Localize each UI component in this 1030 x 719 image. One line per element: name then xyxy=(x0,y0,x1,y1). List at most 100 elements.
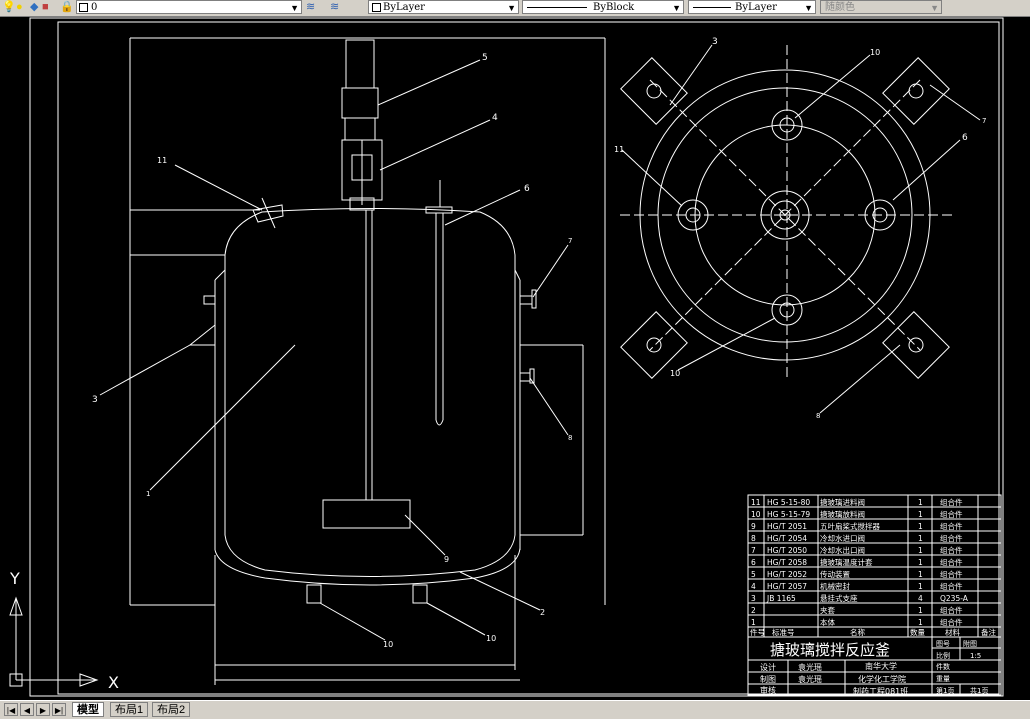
bom-cell: 组合件 xyxy=(940,533,963,543)
bom-cell: 本体 xyxy=(820,617,835,627)
bom-cell: 搪玻璃温度计套 xyxy=(820,557,873,567)
top-balloon-11: 11 xyxy=(614,145,624,154)
sun-icon[interactable]: ● xyxy=(16,1,23,14)
ucs-labels: Y X xyxy=(9,569,119,692)
bom-cell: 4 xyxy=(751,582,756,591)
chevron-down-icon[interactable]: ▼ xyxy=(507,1,516,13)
review-label: 审核 xyxy=(760,685,776,695)
balloon-10-right: 10 xyxy=(486,634,496,643)
scale-label: 比例 xyxy=(936,651,950,660)
lineweight-sample-icon xyxy=(693,7,731,8)
bom-cell: 搪玻璃进料阀 xyxy=(820,497,865,507)
balloon-7: 7 xyxy=(568,237,572,245)
bom-cell: 冷却水出口阀 xyxy=(820,545,865,555)
drawing-title: 搪玻璃搅拌反应釜 xyxy=(770,641,890,659)
layer-lock-icon[interactable]: 🔒 xyxy=(60,1,74,14)
tab-layout2[interactable]: 布局2 xyxy=(152,702,191,717)
lightbulb-icon[interactable]: 💡 xyxy=(2,1,16,14)
prev-tab-button[interactable]: ◀ xyxy=(20,703,34,716)
bom-cell: 搪玻璃放料阀 xyxy=(820,509,865,519)
bom-cell: 组合件 xyxy=(940,509,963,519)
bom-cell: 悬挂式支座 xyxy=(820,593,858,603)
college-name: 化学化工学院 xyxy=(858,674,906,684)
top-balloon-3: 3 xyxy=(712,37,718,47)
design-label: 设计 xyxy=(760,662,776,672)
bom-cell: 1 xyxy=(918,498,923,507)
drawing-no-label: 图号 xyxy=(936,640,950,648)
bom-header-name: 名称 xyxy=(850,627,865,637)
bom-header-standard: 标准号 xyxy=(772,627,795,637)
bom-cell: Q235-A xyxy=(940,594,969,603)
bom-header-material: 材料 xyxy=(945,627,960,637)
layer-previous-icon[interactable]: ≋ xyxy=(306,1,315,14)
plotstyle-dropdown[interactable]: 随颜色 ▼ xyxy=(820,0,942,14)
color-swatch-icon xyxy=(372,3,381,12)
chevron-down-icon[interactable]: ▼ xyxy=(290,1,299,13)
bom-cell: HG/T 2057 xyxy=(767,582,807,591)
inner-frame xyxy=(57,21,1000,695)
layer-dropdown[interactable]: 0 ▼ xyxy=(76,0,302,14)
bom-cell: 5 xyxy=(751,570,756,579)
balloon-5: 5 xyxy=(482,53,488,63)
color-dropdown[interactable]: ByLayer ▼ xyxy=(368,0,519,14)
design-name: 袁光瑶 xyxy=(798,662,822,672)
bom-cell: 8 xyxy=(751,534,756,543)
top-balloon-7: 7 xyxy=(982,117,986,125)
last-tab-button[interactable]: ▶| xyxy=(52,703,66,716)
bom-cell: 1 xyxy=(918,534,923,543)
bom-cell: 1 xyxy=(918,558,923,567)
chevron-down-icon[interactable]: ▼ xyxy=(930,1,939,13)
drive-assembly xyxy=(341,39,383,500)
tab-model[interactable]: 模型 xyxy=(72,702,104,717)
balloon-1: 1 xyxy=(146,490,150,498)
front-view-dimensions xyxy=(129,37,606,685)
color-value: ByLayer xyxy=(383,2,425,13)
balloon-6: 6 xyxy=(524,184,530,194)
bom-cell: 11 xyxy=(751,498,761,507)
linetype-dropdown[interactable]: ByBlock ▼ xyxy=(522,0,684,14)
nozzles xyxy=(188,289,537,604)
class-name: 制药工程081班 xyxy=(853,686,908,696)
first-tab-button[interactable]: |◀ xyxy=(4,703,18,716)
bom-cell: 1 xyxy=(918,546,923,555)
pieces-label: 件数 xyxy=(936,662,950,671)
feed-valve xyxy=(252,197,284,229)
layer-color-icon[interactable]: ■ xyxy=(42,1,49,14)
bom-cell: 组合件 xyxy=(940,545,963,555)
balloon-4: 4 xyxy=(492,113,498,123)
balloon-10-left: 10 xyxy=(383,640,393,649)
bom-cell: 组合件 xyxy=(940,497,963,507)
bom-cell: 冷却水进口阀 xyxy=(820,533,865,543)
bom-cell: HG/T 2052 xyxy=(767,570,807,579)
tab-layout1[interactable]: 布局1 xyxy=(110,702,149,717)
bom-cell: 机械密封 xyxy=(820,581,850,591)
chevron-down-icon[interactable]: ▼ xyxy=(804,1,813,13)
layer-manager-icon[interactable]: ≋ xyxy=(330,1,339,14)
balloon-11: 11 xyxy=(157,156,167,165)
sheet-number: 第1页 xyxy=(936,686,954,695)
bom-cell: 1 xyxy=(751,618,756,627)
bom-cell: 组合件 xyxy=(940,521,963,531)
balloon-9: 9 xyxy=(444,555,449,564)
linetype-sample-icon xyxy=(527,7,587,8)
bom-cell: 1 xyxy=(918,606,923,615)
lineweight-dropdown[interactable]: ByLayer ▼ xyxy=(688,0,816,14)
agitator-blade xyxy=(322,499,411,529)
bom-cell: HG/T 2058 xyxy=(767,558,807,567)
drawing-canvas[interactable]: 5 4 6 7 8 1 3 9 2 10 10 11 3 10 6 7 8 10… xyxy=(0,16,1030,700)
layer-value: 0 xyxy=(91,2,98,13)
top-balloon-8: 8 xyxy=(816,412,820,420)
next-tab-button[interactable]: ▶ xyxy=(36,703,50,716)
ucs-x-label: X xyxy=(108,673,119,692)
layer-swatch-icon xyxy=(79,3,88,12)
chevron-down-icon[interactable]: ▼ xyxy=(672,1,681,13)
properties-toolbar: 💡 ● ◆ ■ 🔒 0 ▼ ≋ ≋ ByLayer ▼ ByBlock ▼ By… xyxy=(0,0,1030,17)
bom-header: 件号 标准号 名称 数量 材料 备注 xyxy=(750,627,996,637)
bom-cell: 组合件 xyxy=(940,557,963,567)
lock-icon[interactable]: ◆ xyxy=(30,1,38,14)
bom-rows: 11 HG 5-15-80 搪玻璃进料阀 1 组合件10 HG 5-15-79 搪玻璃放料阀… xyxy=(751,497,969,627)
bom-cell: 4 xyxy=(918,594,923,603)
bom-cell: JB 1165 xyxy=(766,594,796,603)
bom-cell: 组合件 xyxy=(940,605,963,615)
vessel-body xyxy=(214,208,521,586)
